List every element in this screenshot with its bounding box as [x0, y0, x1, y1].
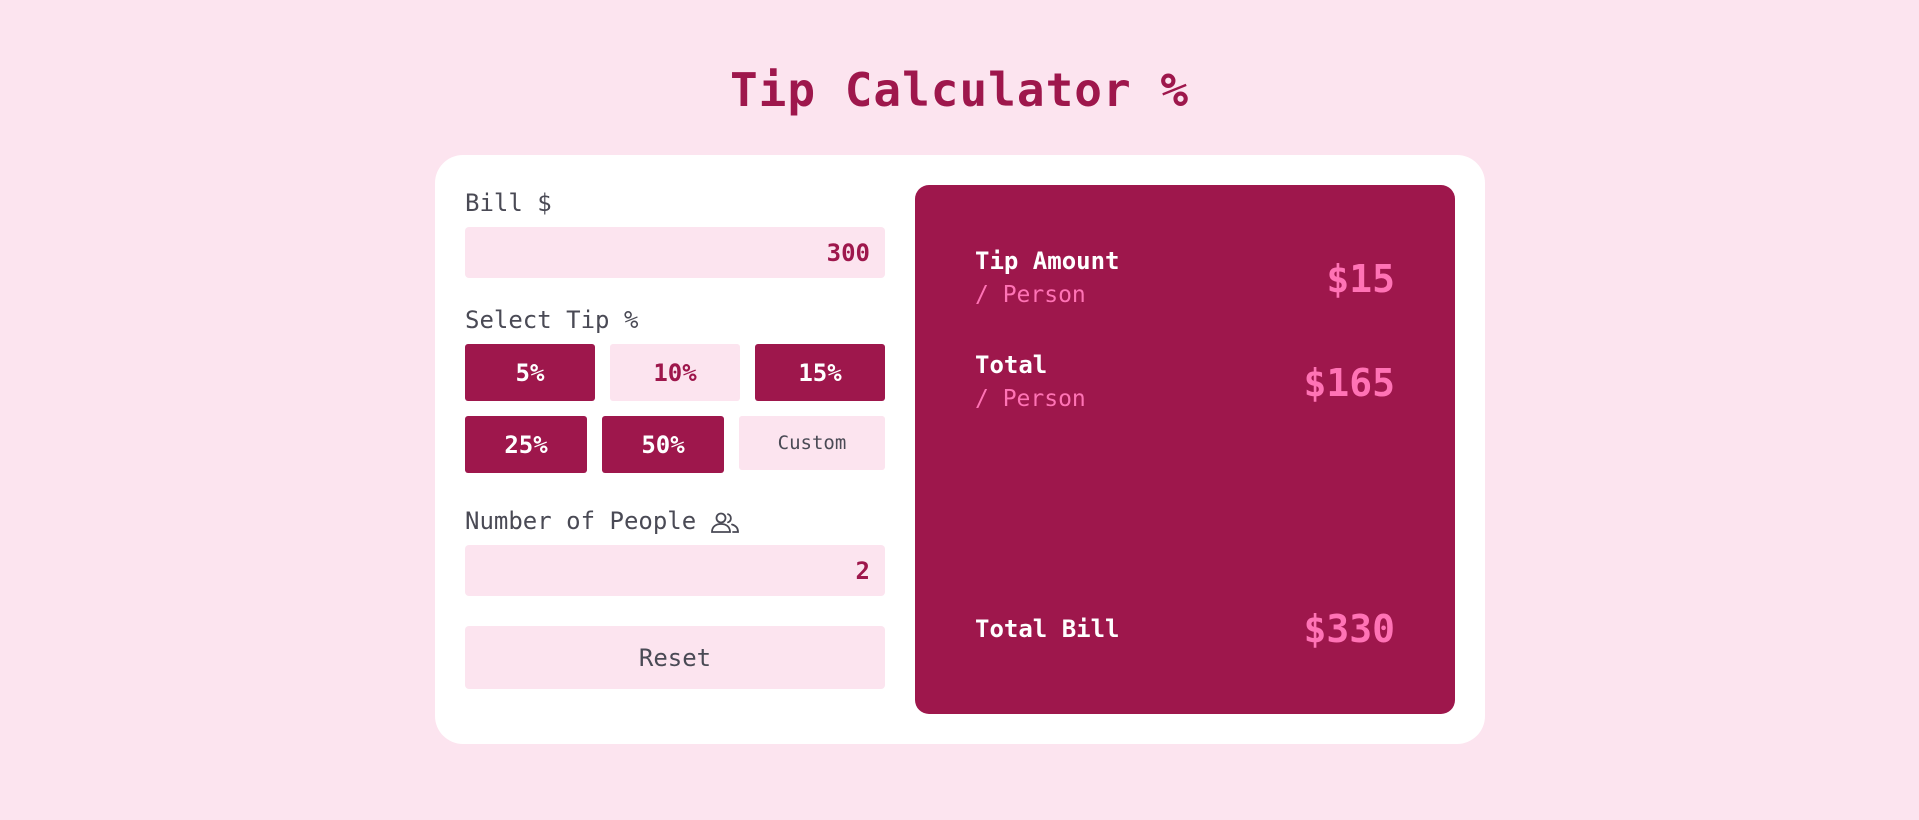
- people-input[interactable]: 2: [465, 545, 885, 596]
- reset-button[interactable]: Reset: [465, 626, 885, 689]
- total-label: Total: [975, 351, 1048, 379]
- bill-input[interactable]: 300: [465, 227, 885, 278]
- people-icon: [710, 509, 740, 533]
- bill-label: Bill $: [465, 189, 552, 217]
- page-title: Tip Calculator %: [729, 63, 1190, 117]
- tip-25-button[interactable]: 25%: [465, 416, 587, 473]
- total-bill-row: Total Bill $330: [975, 605, 1395, 653]
- calculator-card: Bill $ 300 Select Tip % 5% 10% 15% 25% 5…: [435, 155, 1485, 744]
- total-value: $165: [1303, 361, 1395, 405]
- tip-amount-value: $15: [1326, 257, 1395, 301]
- people-label-row: Number of People: [465, 503, 885, 539]
- tip-amount-per-person: / Person: [975, 282, 1086, 308]
- tip-5-button[interactable]: 5%: [465, 344, 595, 401]
- people-label: Number of People: [465, 507, 697, 535]
- input-panel: Bill $ 300 Select Tip % 5% 10% 15% 25% 5…: [465, 185, 885, 689]
- tip-label: Select Tip %: [465, 306, 639, 334]
- tip-50-button[interactable]: 50%: [602, 416, 724, 473]
- total-bill-label: Total Bill: [975, 615, 1120, 643]
- total-row: Total / Person $165: [975, 349, 1395, 417]
- tip-amount-label: Tip Amount: [975, 247, 1120, 275]
- total-bill-value: $330: [1303, 607, 1395, 651]
- tip-row-2: 25% 50% Custom: [465, 416, 885, 473]
- total-per-person: / Person: [975, 386, 1086, 412]
- custom-tip-input[interactable]: Custom: [739, 416, 885, 470]
- tip-row-1: 5% 10% 15%: [465, 344, 885, 401]
- tip-amount-row: Tip Amount / Person $15: [975, 245, 1395, 313]
- tip-15-button[interactable]: 15%: [755, 344, 885, 401]
- results-panel: Tip Amount / Person $15 Total / Person $…: [915, 185, 1455, 714]
- tip-10-button[interactable]: 10%: [610, 344, 740, 401]
